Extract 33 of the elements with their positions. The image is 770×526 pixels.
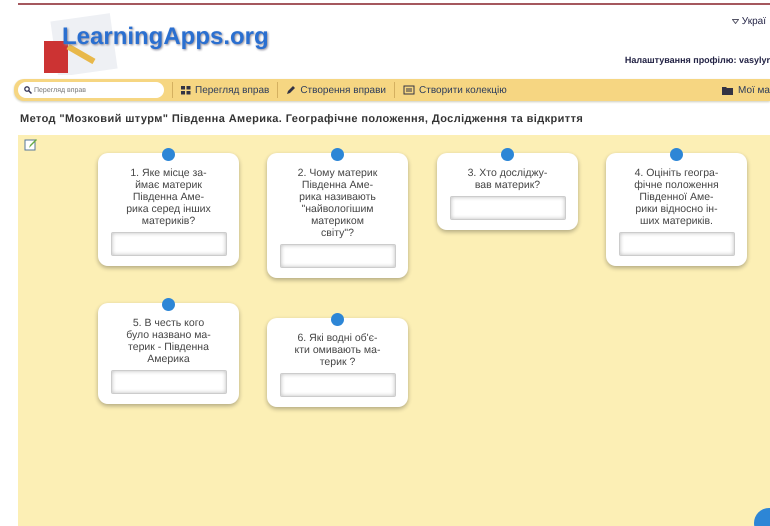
pin-icon [162,148,175,161]
collection-icon [403,85,416,95]
question-text: 2. Чому материк Південна Аме- рика називають "найвологішим материком світу"? [298,167,378,239]
site-logo[interactable]: LearningApps.org [62,23,269,51]
nav-link[interactable]: Створити колекцію [403,84,507,96]
question-text: 6. Які водні об'є- кти омивають ма- терик ? [294,332,380,368]
language-selector[interactable]: Украї [732,16,766,27]
edit-icon[interactable] [24,138,38,152]
search-icon [24,86,32,94]
answer-field[interactable] [450,196,566,220]
profile-link[interactable]: Налаштування профілю: vasylyr [624,55,770,65]
pin-icon [501,148,514,161]
grid-icon [181,86,191,94]
question-text: 1. Яке місце за- ймає материк Південна Аме- рика серед інших материків? [126,167,211,227]
caret-icon [732,19,740,24]
pencil-icon [286,85,296,95]
pin-icon [331,148,344,161]
answer-field[interactable] [110,232,226,256]
question-text: 3. Хто досліджу- вав материк? [468,167,548,191]
pin-icon [162,298,175,311]
nav-link[interactable]: Мої ма [722,84,770,96]
answer-field[interactable] [280,244,396,268]
question-text: 5. В честь кого було названо ма- терик - Південна Америка [126,317,211,365]
answer-field[interactable] [110,370,226,394]
nav-link[interactable]: Створення вправи [286,84,386,96]
folder-icon [722,86,734,94]
pin-icon [670,148,683,161]
question-text: 4. Оцініть геогра- фічне положення Південної Аме- рики відносно ін- ших материків. [634,167,719,227]
pin-icon [331,313,344,326]
answer-field[interactable] [280,373,396,397]
nav-link[interactable]: Перегляд вправ [181,84,270,96]
exercise-title: Метод "Мозковий штурм" Південна Америка. Географічне положення, Дослідження та відкриття [20,113,584,125]
answer-field[interactable] [618,232,734,256]
